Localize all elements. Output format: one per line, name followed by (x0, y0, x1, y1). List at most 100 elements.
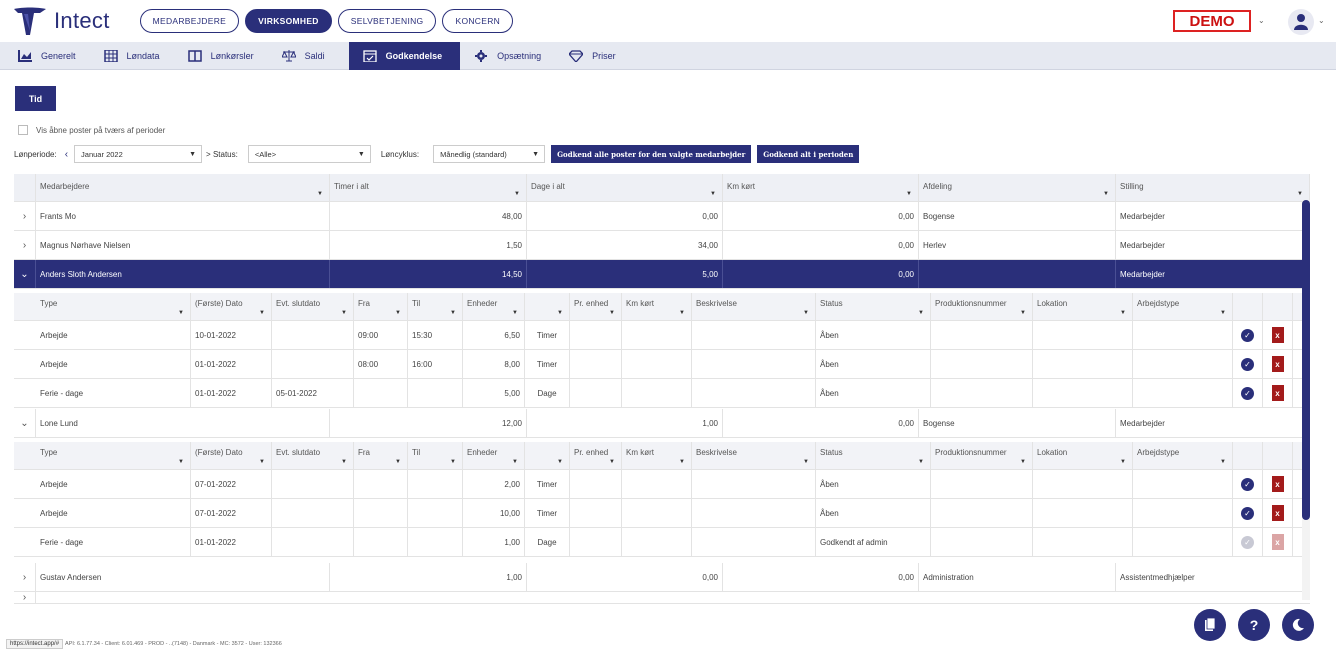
detail-header-cell[interactable]: Til ▼ (408, 442, 463, 469)
header-timer[interactable]: Timer i alt ▼ (330, 174, 527, 201)
filter-icon[interactable]: ▼ (609, 459, 615, 465)
cycle-select[interactable]: Månedlig (standard) ▼ (433, 145, 546, 163)
detail-header-cell[interactable]: Type ▼ (36, 442, 191, 469)
detail-header-cell[interactable]: Pr. enhed ▼ (570, 293, 622, 320)
detail-header-cell[interactable]: Type ▼ (36, 293, 191, 320)
chevron-down-icon[interactable]: ⌄ (14, 260, 36, 288)
filter-icon[interactable]: ▼ (679, 310, 685, 316)
delete-entry-button[interactable]: x (1263, 470, 1293, 498)
nav-priser[interactable]: Priser (565, 42, 630, 70)
filter-icon[interactable]: ▼ (557, 310, 563, 316)
detail-header-cell[interactable]: Produktionsnummer ▼ (931, 442, 1033, 469)
employee-row[interactable]: › Magnus Nørhave Nielsen 1,50 34,00 0,00… (14, 231, 1310, 260)
header-dage[interactable]: Dage i alt ▼ (527, 174, 723, 201)
chevron-right-icon[interactable]: › (14, 563, 36, 591)
delete-entry-button[interactable]: x (1263, 321, 1293, 349)
nav-saldi[interactable]: Saldi (278, 42, 339, 70)
detail-row[interactable]: Ferie - dage 01-01-2022 1,00 Dage Godkendt a… (14, 528, 1310, 557)
employee-row-selected[interactable]: ⌄ Anders Sloth Andersen 14,50 5,00 0,00 … (14, 260, 1310, 289)
detail-header-cell[interactable]: ▼ (525, 293, 570, 320)
scrollbar-thumb[interactable] (1302, 200, 1310, 520)
detail-row[interactable]: Arbejde 01-01-2022 08:00 16:00 8,00 Timer Åben… (14, 350, 1310, 379)
user-avatar[interactable] (1288, 9, 1314, 35)
detail-row[interactable]: Arbejde 10-01-2022 09:00 15:30 6,50 Timer Åben… (14, 321, 1310, 350)
detail-row[interactable]: Arbejde 07-01-2022 10,00 Timer Åben ✓ x (14, 499, 1310, 528)
period-select[interactable]: Januar 2022 ▼ (74, 145, 203, 163)
header-medarbejdere[interactable]: Medarbejdere ▼ (36, 174, 330, 201)
nav-godkendelse[interactable]: Godkendelse (348, 41, 461, 70)
detail-header-cell[interactable]: Fra ▼ (354, 442, 408, 469)
detail-header-cell[interactable]: Status ▼ (816, 442, 931, 469)
approve-employee-button[interactable]: Godkend alle poster for den valgte medar… (551, 145, 752, 163)
filter-icon[interactable]: ▼ (259, 459, 265, 465)
approve-entry-button[interactable]: ✓ (1233, 528, 1263, 556)
detail-header-cell[interactable]: Beskrivelse ▼ (692, 442, 816, 469)
detail-header-cell[interactable]: Pr. enhed ▼ (570, 442, 622, 469)
header-afdeling[interactable]: Afdeling ▼ (919, 174, 1116, 201)
header-stilling[interactable]: Stilling ▼ (1116, 174, 1310, 201)
approve-period-button[interactable]: Godkend alt i perioden (757, 145, 860, 163)
filter-icon[interactable]: ▼ (1297, 191, 1303, 197)
approve-entry-button[interactable]: ✓ (1233, 499, 1263, 527)
filter-icon[interactable]: ▼ (341, 459, 347, 465)
detail-header-cell[interactable]: Til ▼ (408, 293, 463, 320)
chevron-left-icon[interactable]: ‹ (65, 149, 68, 160)
detail-header-cell[interactable]: Arbejdstype ▼ (1133, 293, 1233, 320)
approve-entry-button[interactable]: ✓ (1233, 350, 1263, 378)
chevron-right-icon[interactable]: › (14, 202, 36, 230)
employee-row-partial[interactable]: › (14, 592, 1310, 604)
cross-period-checkbox[interactable] (18, 125, 28, 135)
detail-row[interactable]: Ferie - dage 01-01-2022 05-01-2022 5,00 Dage… (14, 379, 1310, 408)
chevron-down-icon[interactable]: ⌄ (1318, 16, 1325, 25)
filter-icon[interactable]: ▼ (259, 310, 265, 316)
detail-header-cell[interactable]: Status ▼ (816, 293, 931, 320)
chevron-right-icon[interactable]: › (14, 592, 36, 603)
delete-entry-button[interactable]: x (1263, 499, 1293, 527)
filter-icon[interactable]: ▼ (918, 310, 924, 316)
delete-entry-button[interactable]: x (1263, 528, 1293, 556)
approve-entry-button[interactable]: ✓ (1233, 470, 1263, 498)
filter-icon[interactable]: ▼ (450, 459, 456, 465)
filter-icon[interactable]: ▼ (906, 191, 912, 197)
chevron-down-icon[interactable]: ⌄ (1258, 16, 1265, 25)
dark-mode-button[interactable] (1282, 609, 1314, 641)
help-button[interactable]: ? (1238, 609, 1270, 641)
detail-header-cell[interactable]: Evt. slutdato ▼ (272, 442, 354, 469)
filter-icon[interactable]: ▼ (450, 310, 456, 316)
filter-icon[interactable]: ▼ (803, 459, 809, 465)
detail-header-cell[interactable]: Km kørt ▼ (622, 442, 692, 469)
chevron-right-icon[interactable]: › (14, 231, 36, 259)
filter-icon[interactable]: ▼ (178, 310, 184, 316)
filter-icon[interactable]: ▼ (395, 459, 401, 465)
tab-koncern[interactable]: KONCERN (442, 9, 514, 33)
detail-header-cell[interactable]: Enheder ▼ (463, 442, 525, 469)
detail-header-cell[interactable]: (Første) Dato ▼ (191, 442, 272, 469)
nav-generelt[interactable]: Generelt (14, 42, 90, 70)
filter-icon[interactable]: ▼ (178, 459, 184, 465)
detail-header-cell[interactable]: Enheder ▼ (463, 293, 525, 320)
detail-header-cell[interactable]: ▼ (525, 442, 570, 469)
delete-entry-button[interactable]: x (1263, 350, 1293, 378)
filter-icon[interactable]: ▼ (512, 459, 518, 465)
employee-row[interactable]: › Frants Mo 48,00 0,00 0,00 Bogense Meda… (14, 202, 1310, 231)
detail-header-cell[interactable]: Produktionsnummer ▼ (931, 293, 1033, 320)
detail-header-cell[interactable]: Fra ▼ (354, 293, 408, 320)
filter-icon[interactable]: ▼ (514, 191, 520, 197)
filter-icon[interactable]: ▼ (1020, 310, 1026, 316)
approve-entry-button[interactable]: ✓ (1233, 379, 1263, 407)
filter-icon[interactable]: ▼ (679, 459, 685, 465)
intect-logo[interactable]: Intect (12, 5, 110, 37)
employee-row[interactable]: › Gustav Andersen 1,00 0,00 0,00 Adminis… (14, 563, 1310, 592)
filter-icon[interactable]: ▼ (710, 191, 716, 197)
filter-icon[interactable]: ▼ (1103, 191, 1109, 197)
approve-entry-button[interactable]: ✓ (1233, 321, 1263, 349)
delete-entry-button[interactable]: x (1263, 379, 1293, 407)
tid-button[interactable]: Tid (15, 86, 56, 111)
detail-header-cell[interactable]: Km kørt ▼ (622, 293, 692, 320)
filter-icon[interactable]: ▼ (512, 310, 518, 316)
filter-icon[interactable]: ▼ (1020, 459, 1026, 465)
filter-icon[interactable]: ▼ (1120, 310, 1126, 316)
nav-loendata[interactable]: Løndata (100, 42, 174, 70)
detail-header-cell[interactable]: Arbejdstype ▼ (1133, 442, 1233, 469)
filter-icon[interactable]: ▼ (1220, 459, 1226, 465)
